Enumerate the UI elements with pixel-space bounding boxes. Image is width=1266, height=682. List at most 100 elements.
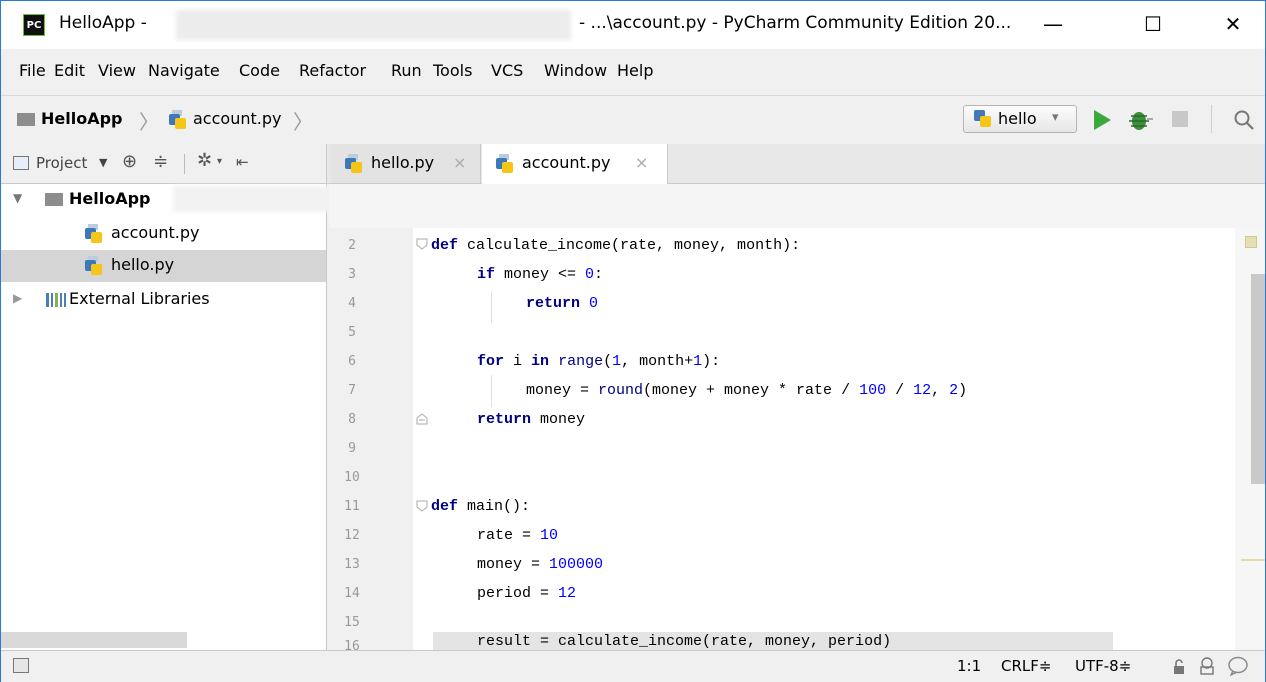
menu-help[interactable]: Help <box>617 61 653 80</box>
event-log-icon[interactable] <box>1227 656 1249 676</box>
line-separator-select[interactable]: CRLF≑ <box>1001 657 1051 675</box>
menu-file[interactable]: File <box>19 61 46 80</box>
line-number: 6 <box>348 354 356 369</box>
cursor-position[interactable]: 1:1 <box>957 657 981 675</box>
code-line: if money <= 0: <box>477 260 603 289</box>
run-configuration-select[interactable]: hello ▾ <box>963 105 1077 133</box>
horizontal-scrollbar[interactable] <box>1 632 187 648</box>
scrollbar-thumb[interactable] <box>1251 274 1265 484</box>
title-bar[interactable]: PC HelloApp - - ...\account.py - PyCharm… <box>1 1 1265 49</box>
project-tree: ▼ HelloApp account.py hello.py ▶ Externa… <box>1 184 333 650</box>
close-tab-icon[interactable]: × <box>635 153 648 172</box>
tree-label: HelloApp <box>69 189 151 208</box>
project-view-label[interactable]: Project <box>36 154 87 172</box>
menu-vcs[interactable]: VCS <box>491 61 523 80</box>
menu-window[interactable]: Window <box>544 61 607 80</box>
code-token: ) <box>958 382 968 399</box>
code-token: 0 <box>589 295 599 312</box>
fold-marker-icon[interactable] <box>415 499 429 513</box>
minimize-button[interactable]: — <box>1025 1 1081 49</box>
code-token: ): <box>702 353 721 370</box>
menu-run[interactable]: Run <box>391 61 422 80</box>
breadcrumb-separator-icon: 〉 <box>293 110 313 134</box>
debug-bug-icon[interactable] <box>1128 107 1154 133</box>
breadcrumb-project[interactable]: HelloApp <box>41 109 123 128</box>
search-icon[interactable] <box>1233 109 1255 131</box>
code-line: return 0 <box>526 289 598 318</box>
code-token: calculate_income(rate, money, month): <box>458 237 801 254</box>
run-icon[interactable] <box>1091 108 1113 132</box>
line-number: 8 <box>348 412 356 427</box>
editor-tabs: hello.py × account.py × <box>327 144 1265 184</box>
breadcrumb-separator-icon: 〉 <box>139 110 159 134</box>
tab-account-py[interactable]: account.py × <box>482 144 668 184</box>
menu-view[interactable]: View <box>98 61 136 80</box>
menu-bar: File Edit View Navigate Code Refactor Ru… <box>1 49 1265 96</box>
code-token: money = <box>526 382 599 399</box>
code-token: , <box>931 382 950 399</box>
pycharm-logo: PC <box>23 14 45 36</box>
line-number: 13 <box>344 557 360 572</box>
tree-item-hello-py[interactable]: hello.py <box>1 250 326 282</box>
encoding-select[interactable]: UTF-8≑ <box>1075 657 1131 675</box>
menu-navigate[interactable]: Navigate <box>148 61 220 80</box>
indent-guide <box>491 375 492 407</box>
tab-hello-py[interactable]: hello.py × <box>331 144 481 183</box>
settings-gear-icon[interactable]: ✲ <box>197 150 212 171</box>
code-token: return <box>477 411 532 428</box>
breadcrumb-file[interactable]: account.py <box>193 109 281 128</box>
line-number: 7 <box>348 383 356 398</box>
code-token: 1 <box>693 353 703 370</box>
tree-label: External Libraries <box>69 289 210 308</box>
toolbar-divider <box>184 154 185 174</box>
maximize-button[interactable]: ☐ <box>1125 1 1181 49</box>
python-file-icon <box>496 154 514 173</box>
collapse-all-icon[interactable]: ≑ <box>153 151 168 172</box>
code-line: def main(): <box>431 492 530 521</box>
expand-arrow-icon[interactable]: ▼ <box>13 191 22 205</box>
fold-marker-icon[interactable] <box>415 237 429 251</box>
code-token: def <box>431 498 459 515</box>
line-number: 9 <box>348 441 356 456</box>
code-token: 10 <box>540 527 559 544</box>
code-token: 2 <box>949 382 959 399</box>
hide-panel-icon[interactable]: ⇤ <box>236 153 249 171</box>
inspector-hector-icon[interactable] <box>1197 656 1217 676</box>
editor-scrollbar-track[interactable] <box>1235 228 1265 650</box>
tab-label: account.py <box>522 153 611 172</box>
code-token: round <box>598 382 644 399</box>
menu-tools[interactable]: Tools <box>433 61 472 80</box>
library-icon <box>46 293 66 307</box>
code-token: / <box>886 382 914 399</box>
close-tab-icon[interactable]: × <box>453 153 466 172</box>
toolbar-divider <box>1211 105 1212 133</box>
line-number: 3 <box>348 267 356 282</box>
inspection-marker[interactable] <box>1245 236 1257 248</box>
tree-item-helloapp[interactable]: ▼ HelloApp <box>1 184 333 216</box>
code-token: 0 <box>585 266 595 283</box>
tool-windows-icon[interactable] <box>13 658 29 673</box>
stop-icon[interactable] <box>1172 111 1188 127</box>
code-line: rate = 10 <box>477 521 558 550</box>
line-number: 4 <box>348 296 356 311</box>
python-icon <box>974 110 992 128</box>
lock-icon[interactable] <box>1171 659 1187 675</box>
expand-arrow-icon[interactable]: ▶ <box>13 291 22 305</box>
locate-target-icon[interactable]: ⊕ <box>122 151 137 172</box>
code-line: result = calculate_income(rate, money, p… <box>477 627 891 650</box>
menu-edit[interactable]: Edit <box>54 61 85 80</box>
code-token: period = <box>477 585 559 602</box>
tree-item-external-libraries[interactable]: ▶ External Libraries <box>1 284 326 316</box>
line-number: 5 <box>348 325 356 340</box>
chevron-down-icon[interactable]: ▾ <box>217 156 222 167</box>
fold-marker-icon[interactable] <box>415 412 429 426</box>
menu-refactor[interactable]: Refactor <box>299 61 366 80</box>
chevron-down-icon[interactable]: ▼ <box>99 156 107 169</box>
close-window-button[interactable]: ✕ <box>1205 1 1261 49</box>
code-line: money = 100000 <box>477 550 603 579</box>
menu-code[interactable]: Code <box>239 61 280 80</box>
chevron-down-icon: ▾ <box>1052 110 1059 125</box>
tree-item-account-py[interactable]: account.py <box>1 218 326 250</box>
code-line: def calculate_income(rate, money, month)… <box>431 231 800 260</box>
